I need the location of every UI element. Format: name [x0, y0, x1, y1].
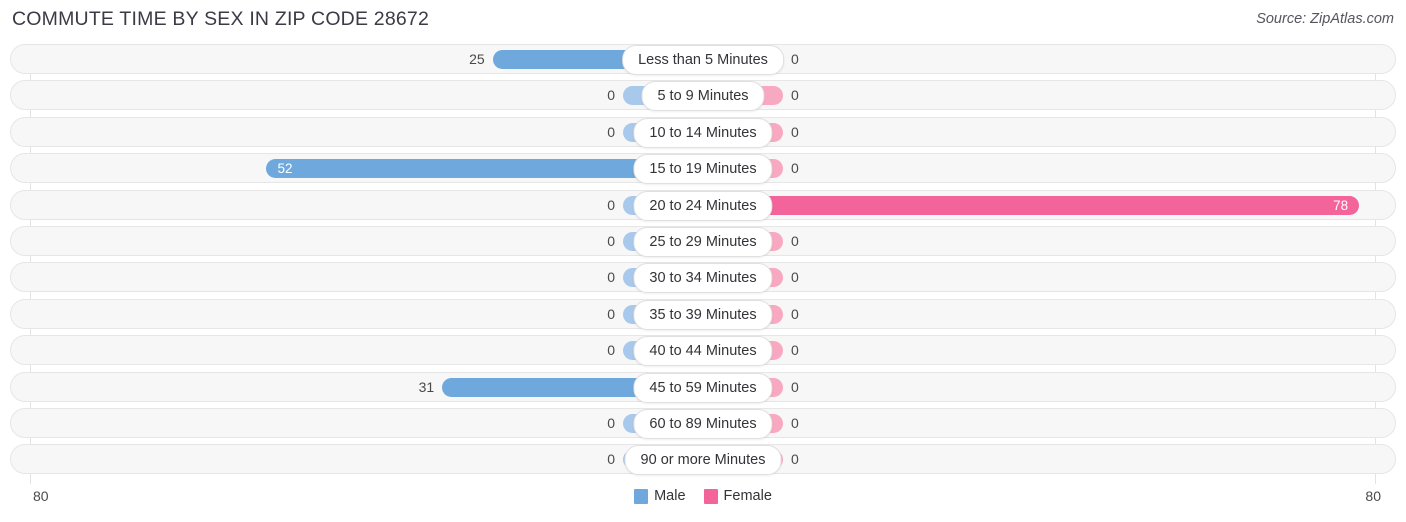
bar-row: 0 0 40 to 44 Minutes — [0, 335, 1406, 367]
bar-row: 0 0 5 to 9 Minutes — [0, 80, 1406, 112]
bar-row-label: 15 to 19 Minutes — [633, 154, 773, 185]
bar-value-female: 0 — [791, 269, 799, 286]
bar-row: 0 0 60 to 89 Minutes — [0, 407, 1406, 439]
bar-row-label: 10 to 14 Minutes — [633, 117, 773, 148]
bar-row-label: Less than 5 Minutes — [622, 45, 784, 75]
bar-value-male: 52 — [277, 161, 293, 177]
page-title: COMMUTE TIME BY SEX IN ZIP CODE 28672 — [12, 8, 430, 30]
bar-female[interactable] — [703, 195, 1360, 215]
bar-value-female: 0 — [791, 342, 799, 359]
bar-row-label: 5 to 9 Minutes — [641, 81, 765, 112]
bar-row-label: 20 to 24 Minutes — [633, 190, 773, 221]
bar-row-label: 45 to 59 Minutes — [633, 372, 773, 403]
bar-row: 0 0 25 to 29 Minutes — [0, 225, 1406, 257]
bar-row-label: 40 to 44 Minutes — [633, 336, 773, 367]
bar-row-label: 25 to 29 Minutes — [633, 226, 773, 257]
bar-value-male: 0 — [607, 232, 615, 249]
bar-value-male: 25 — [469, 51, 485, 67]
source-attribution: Source: ZipAtlas.com — [1256, 11, 1394, 27]
bar-value-male: 0 — [607, 123, 615, 140]
bar-value-female: 0 — [791, 305, 799, 322]
chart-footer: 80 80 Male Female — [0, 484, 1406, 522]
legend-item-female[interactable]: Female — [703, 488, 772, 504]
chart-header: COMMUTE TIME BY SEX IN ZIP CODE 28672 So… — [0, 0, 1406, 42]
bar-row: 52 0 15 to 19 Minutes — [0, 153, 1406, 185]
bar-row: 0 78 20 to 24 Minutes — [0, 189, 1406, 221]
bar-rows-container: 25 0 Less than 5 Minutes 0 0 5 to 9 Minutes 0 0… — [0, 44, 1406, 481]
bar-value-male: 0 — [607, 269, 615, 286]
bar-value-male: 0 — [607, 414, 615, 431]
bar-value-female: 78 — [1333, 197, 1349, 213]
bar-row: 25 0 Less than 5 Minutes — [0, 44, 1406, 75]
bar-row-label: 30 to 34 Minutes — [633, 263, 773, 294]
bar-value-female: 0 — [791, 378, 799, 395]
bar-row: 0 0 10 to 14 Minutes — [0, 116, 1406, 148]
bar-value-male: 0 — [607, 451, 615, 468]
bar-row: 31 0 45 to 59 Minutes — [0, 371, 1406, 403]
bar-value-female: 0 — [791, 451, 799, 468]
bar-value-female: 0 — [791, 232, 799, 249]
legend-label-female: Female — [723, 488, 772, 504]
bar-value-male: 0 — [607, 196, 615, 213]
bar-row-label: 35 to 39 Minutes — [633, 299, 773, 330]
bar-value-female: 0 — [791, 414, 799, 431]
bar-row: 0 0 30 to 34 Minutes — [0, 262, 1406, 294]
bar-value-male: 0 — [607, 342, 615, 359]
bar-row-label: 90 or more Minutes — [624, 445, 782, 476]
legend-label-male: Male — [654, 488, 686, 504]
bar-value-female: 0 — [791, 123, 799, 140]
legend-swatch-female-icon — [703, 488, 718, 504]
bar-value-female: 0 — [791, 160, 799, 177]
legend-swatch-male-icon — [634, 488, 649, 504]
bar-value-female: 0 — [791, 87, 799, 104]
bar-row-label: 60 to 89 Minutes — [633, 408, 773, 439]
bar-value-male: 31 — [418, 378, 435, 395]
chart-plot-area: 25 0 Less than 5 Minutes 0 0 5 to 9 Minutes 0 0… — [0, 44, 1406, 484]
bar-value-male: 0 — [607, 305, 615, 322]
bar-value-male: 0 — [607, 87, 615, 104]
bar-row: 0 0 35 to 39 Minutes — [0, 298, 1406, 330]
legend-item-male[interactable]: Male — [634, 488, 686, 504]
chart-legend: Male Female — [0, 488, 1406, 504]
bar-value-female: 0 — [791, 51, 799, 67]
bar-row: 0 0 90 or more Minutes — [0, 444, 1406, 476]
